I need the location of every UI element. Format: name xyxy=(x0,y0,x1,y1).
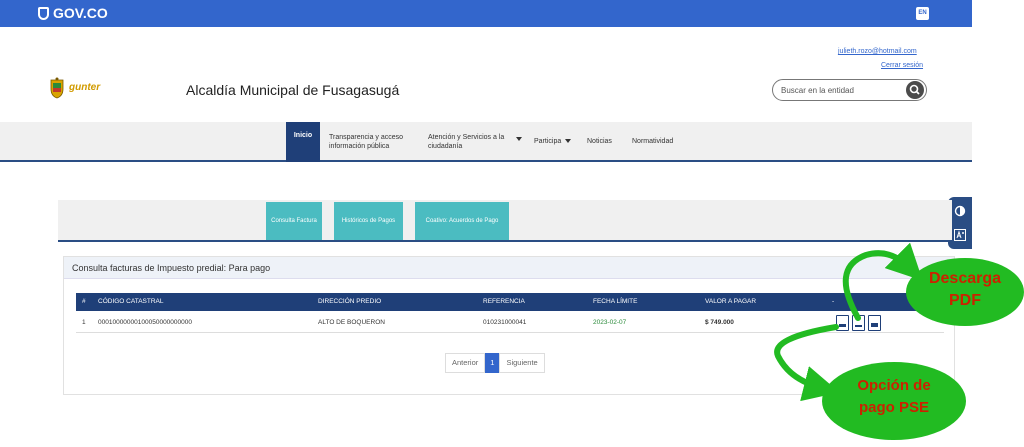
shield-icon xyxy=(38,6,49,20)
govco-logo-text: GOV.CO xyxy=(53,5,108,21)
main-nav: Inicio Transparencia y acceso informació… xyxy=(0,122,972,162)
nav-item-noticias[interactable]: Noticias xyxy=(587,137,612,146)
cell-fecha: 2023-02-07 xyxy=(593,319,627,326)
cell-direccion: ALTO DE BOQUERON xyxy=(318,319,385,326)
table-header: # CÓDIGO CATASTRAL DIRECCIÓN PREDIO REFE… xyxy=(76,293,944,311)
nav-item-participa-label: Participa xyxy=(534,138,562,145)
search-input[interactable] xyxy=(781,83,901,97)
pagination: Anterior 1 Siguiente xyxy=(445,353,545,373)
annotation-pse-payment: Opción de pago PSE xyxy=(822,362,966,440)
pagination-page-1[interactable]: 1 xyxy=(485,353,500,373)
annotation-pdf-line2: PDF xyxy=(949,292,981,309)
card-title: Consulta facturas de Impuesto predial: P… xyxy=(64,257,954,279)
search-icon xyxy=(909,84,920,95)
language-button[interactable]: EN xyxy=(916,7,929,20)
annotation-pse-line1: Opción de xyxy=(857,377,931,394)
cell-codigo: 00010000000100050000000000 xyxy=(98,319,192,326)
table-row: 1 00010000000100050000000000 ALTO DE BOQ… xyxy=(76,313,944,333)
document-icon[interactable] xyxy=(852,315,865,331)
col-actions: - xyxy=(832,298,835,305)
col-fecha: FECHA LÍMITE xyxy=(593,298,638,305)
govco-logo[interactable]: GOV.CO xyxy=(38,5,108,21)
nav-item-normatividad[interactable]: Normatividad xyxy=(632,137,673,146)
site-title: Alcaldía Municipal de Fusagasugá xyxy=(186,82,400,98)
pagination-next[interactable]: Siguiente xyxy=(499,353,545,373)
annotation-download-pdf: Descarga PDF xyxy=(906,258,1024,326)
col-codigo: CÓDIGO CATASTRAL xyxy=(98,298,164,305)
tab-consulta-factura[interactable]: Consulta Factura xyxy=(266,202,322,240)
tab-coactivo-acuerdos[interactable]: Coativo: Acuerdos de Pago xyxy=(415,202,509,240)
nav-item-participa[interactable]: Participa xyxy=(534,137,572,146)
download-pdf-icon[interactable] xyxy=(868,315,881,331)
brand-logo: gunter xyxy=(69,82,101,93)
contrast-icon[interactable] xyxy=(954,205,966,217)
tab-historicos-pagos[interactable]: Históricos de Pagos xyxy=(334,202,403,240)
tabs-area: Consulta Factura Históricos de Pagos Coa… xyxy=(58,200,952,242)
pagination-prev[interactable]: Anterior xyxy=(445,353,486,373)
nav-item-atencion-label: Atención y Servicios a la ciudadanía xyxy=(428,134,505,150)
chevron-down-icon xyxy=(516,137,522,141)
search-button[interactable] xyxy=(906,81,924,99)
annotation-pse-line2: pago PSE xyxy=(858,399,929,416)
font-size-icon[interactable] xyxy=(954,229,966,241)
col-direccion: DIRECCIÓN PREDIO xyxy=(318,298,382,305)
cell-num: 1 xyxy=(82,319,86,326)
pse-payment-icon[interactable] xyxy=(836,315,849,331)
municipal-crest-icon xyxy=(50,77,64,99)
col-num: # xyxy=(82,298,86,305)
nav-item-transparencia[interactable]: Transparencia y acceso información públi… xyxy=(329,133,421,151)
user-email-link[interactable]: julieth.rozo@hotmail.com xyxy=(838,48,917,55)
gov-top-bar: GOV.CO EN xyxy=(0,0,972,27)
cell-referencia: 010231000041 xyxy=(483,319,527,326)
chevron-down-icon xyxy=(565,139,572,144)
annotation-pdf-line1: Descarga xyxy=(928,270,1002,287)
col-valor: VALOR A PAGAR xyxy=(705,298,757,305)
cell-valor: $ 749.000 xyxy=(705,319,734,326)
nav-item-inicio[interactable]: Inicio xyxy=(286,122,320,162)
col-referencia: REFERENCIA xyxy=(483,298,525,305)
logout-link[interactable]: Cerrar sesión xyxy=(881,62,923,69)
nav-item-atencion[interactable]: Atención y Servicios a la ciudadanía xyxy=(428,133,514,151)
search-box xyxy=(772,79,927,101)
